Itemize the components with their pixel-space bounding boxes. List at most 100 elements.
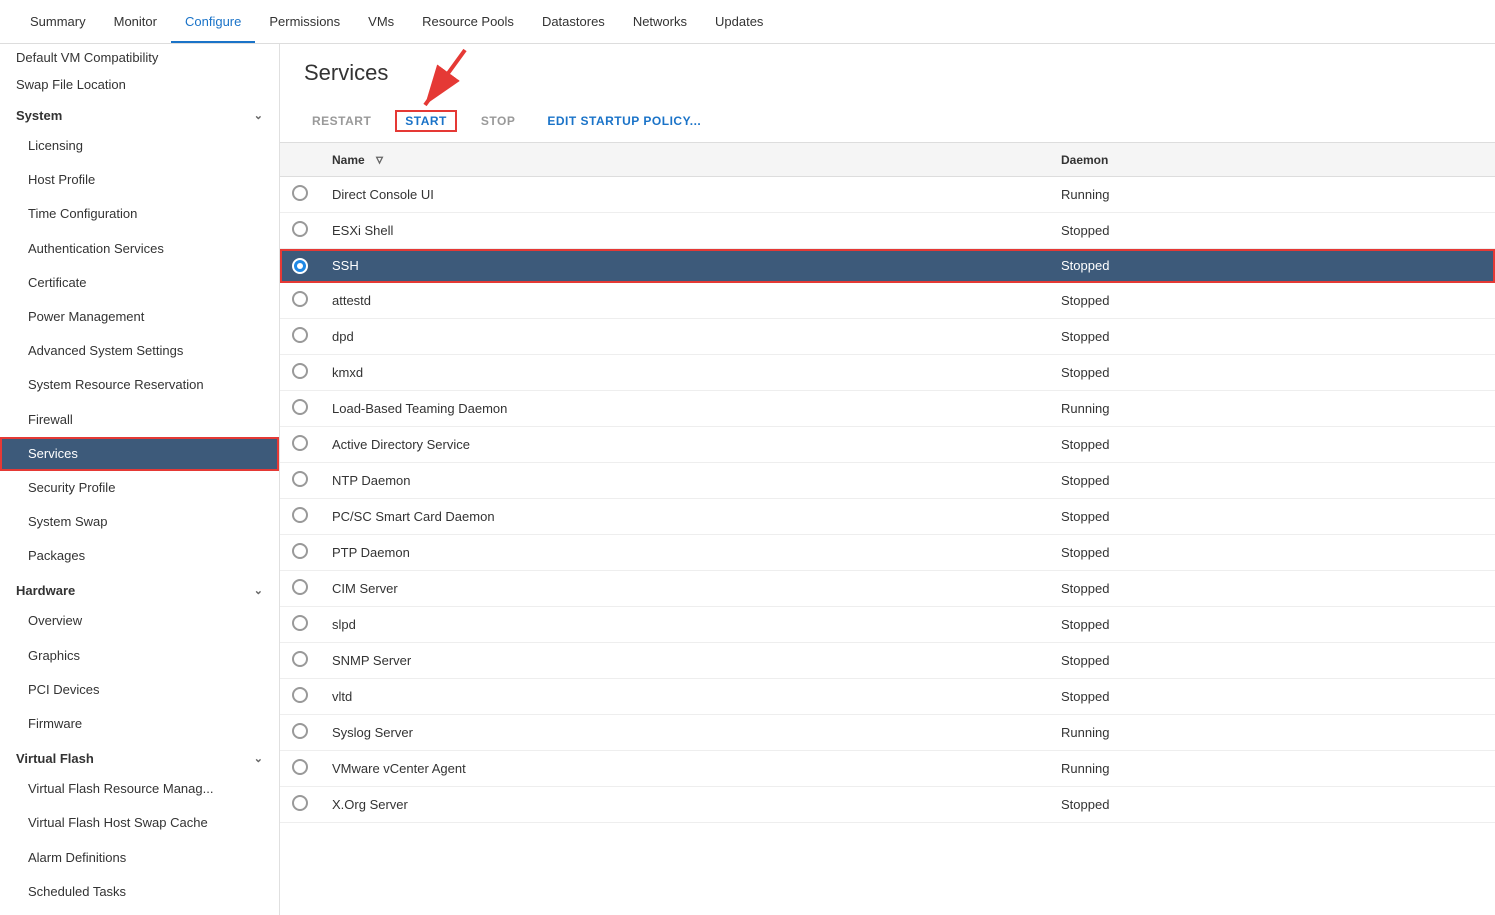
service-name: Syslog Server (320, 715, 1049, 751)
nav-vms[interactable]: VMs (354, 2, 408, 43)
service-daemon: Stopped (1049, 679, 1495, 715)
radio-button[interactable] (292, 185, 308, 201)
sidebar-item-services[interactable]: Services (0, 437, 279, 471)
service-name: attestd (320, 283, 1049, 319)
nav-updates[interactable]: Updates (701, 2, 777, 43)
service-daemon: Running (1049, 391, 1495, 427)
sidebar-item-advanced-system-settings[interactable]: Advanced System Settings (0, 334, 279, 368)
service-daemon: Stopped (1049, 643, 1495, 679)
radio-button[interactable] (292, 435, 308, 451)
table-row[interactable]: ESXi ShellStopped (280, 213, 1495, 249)
service-daemon: Running (1049, 177, 1495, 213)
radio-button[interactable] (292, 579, 308, 595)
sidebar-item-firmware[interactable]: Firmware (0, 707, 279, 741)
table-row[interactable]: PTP DaemonStopped (280, 535, 1495, 571)
sidebar-item-certificate[interactable]: Certificate (0, 266, 279, 300)
service-name: VMware vCenter Agent (320, 751, 1049, 787)
service-daemon: Stopped (1049, 571, 1495, 607)
table-row[interactable]: NTP DaemonStopped (280, 463, 1495, 499)
service-daemon: Stopped (1049, 607, 1495, 643)
annotation-arrow (405, 50, 485, 120)
nav-resource-pools[interactable]: Resource Pools (408, 2, 528, 43)
sidebar-item-system-resource-reservation[interactable]: System Resource Reservation (0, 368, 279, 402)
edit-startup-policy-button[interactable]: EDIT STARTUP POLICY... (539, 110, 709, 132)
sidebar-item-licensing[interactable]: Licensing (0, 129, 279, 163)
sidebar-item-time-configuration[interactable]: Time Configuration (0, 197, 279, 231)
table-row[interactable]: Syslog ServerRunning (280, 715, 1495, 751)
service-name: NTP Daemon (320, 463, 1049, 499)
sidebar-item-system-swap[interactable]: System Swap (0, 505, 279, 539)
radio-button[interactable] (292, 327, 308, 343)
nav-permissions[interactable]: Permissions (255, 2, 354, 43)
service-name: X.Org Server (320, 787, 1049, 823)
services-table: Name ▿ Daemon Direct Console UIRunningES… (280, 142, 1495, 823)
service-daemon: Stopped (1049, 319, 1495, 355)
sidebar-item-graphics[interactable]: Graphics (0, 639, 279, 673)
service-daemon: Stopped (1049, 535, 1495, 571)
sidebar-item-default-vm-compatibility[interactable]: Default VM Compatibility (0, 44, 279, 71)
daemon-column-header: Daemon (1049, 143, 1495, 177)
sidebar-item-packages[interactable]: Packages (0, 539, 279, 573)
service-daemon: Stopped (1049, 213, 1495, 249)
nav-configure[interactable]: Configure (171, 2, 255, 43)
sidebar-item-overview[interactable]: Overview (0, 604, 279, 638)
service-name: vltd (320, 679, 1049, 715)
sidebar-section-hardware[interactable]: Hardware ⌄ (0, 573, 279, 604)
sidebar-item-alarm-definitions[interactable]: Alarm Definitions (0, 841, 279, 875)
sidebar-section-hardware-label: Hardware (16, 583, 75, 598)
radio-button[interactable] (292, 687, 308, 703)
table-row[interactable]: SNMP ServerStopped (280, 643, 1495, 679)
nav-monitor[interactable]: Monitor (100, 2, 171, 43)
radio-button[interactable] (292, 399, 308, 415)
table-row[interactable]: slpdStopped (280, 607, 1495, 643)
table-row[interactable]: SSHStopped (280, 249, 1495, 283)
service-daemon: Running (1049, 715, 1495, 751)
sidebar-item-host-profile[interactable]: Host Profile (0, 163, 279, 197)
radio-button[interactable] (292, 258, 308, 274)
table-row[interactable]: PC/SC Smart Card DaemonStopped (280, 499, 1495, 535)
sidebar-item-pci-devices[interactable]: PCI Devices (0, 673, 279, 707)
restart-button[interactable]: RESTART (304, 110, 379, 132)
radio-button[interactable] (292, 291, 308, 307)
radio-button[interactable] (292, 795, 308, 811)
sidebar-item-virtual-flash-host-swap[interactable]: Virtual Flash Host Swap Cache (0, 806, 279, 840)
radio-button[interactable] (292, 615, 308, 631)
sidebar-item-firewall[interactable]: Firewall (0, 403, 279, 437)
radio-button[interactable] (292, 759, 308, 775)
radio-button[interactable] (292, 723, 308, 739)
table-row[interactable]: attestdStopped (280, 283, 1495, 319)
filter-icon[interactable]: ▿ (376, 151, 383, 168)
sidebar-section-virtual-flash[interactable]: Virtual Flash ⌄ (0, 741, 279, 772)
sidebar-item-authentication-services[interactable]: Authentication Services (0, 232, 279, 266)
sidebar-item-security-profile[interactable]: Security Profile (0, 471, 279, 505)
radio-button[interactable] (292, 507, 308, 523)
radio-button[interactable] (292, 543, 308, 559)
sidebar-item-swap-file-location[interactable]: Swap File Location (0, 71, 279, 98)
table-row[interactable]: vltdStopped (280, 679, 1495, 715)
radio-button[interactable] (292, 363, 308, 379)
sidebar-section-system-label: System (16, 108, 62, 123)
table-row[interactable]: Load-Based Teaming DaemonRunning (280, 391, 1495, 427)
nav-summary[interactable]: Summary (16, 2, 100, 43)
service-name: Active Directory Service (320, 427, 1049, 463)
sidebar-item-scheduled-tasks[interactable]: Scheduled Tasks (0, 875, 279, 909)
table-row[interactable]: Direct Console UIRunning (280, 177, 1495, 213)
radio-button[interactable] (292, 221, 308, 237)
sidebar-item-virtual-flash-resource[interactable]: Virtual Flash Resource Manag... (0, 772, 279, 806)
name-column-header[interactable]: Name ▿ (320, 143, 1049, 177)
table-row[interactable]: VMware vCenter AgentRunning (280, 751, 1495, 787)
radio-button[interactable] (292, 651, 308, 667)
chevron-down-icon: ⌄ (254, 584, 263, 597)
sidebar-item-power-management[interactable]: Power Management (0, 300, 279, 334)
service-name: SSH (320, 249, 1049, 283)
service-daemon: Stopped (1049, 283, 1495, 319)
nav-datastores[interactable]: Datastores (528, 2, 619, 43)
table-row[interactable]: dpdStopped (280, 319, 1495, 355)
sidebar-section-system[interactable]: System ⌄ (0, 98, 279, 129)
table-row[interactable]: Active Directory ServiceStopped (280, 427, 1495, 463)
table-row[interactable]: X.Org ServerStopped (280, 787, 1495, 823)
table-row[interactable]: CIM ServerStopped (280, 571, 1495, 607)
nav-networks[interactable]: Networks (619, 2, 701, 43)
radio-button[interactable] (292, 471, 308, 487)
table-row[interactable]: kmxdStopped (280, 355, 1495, 391)
